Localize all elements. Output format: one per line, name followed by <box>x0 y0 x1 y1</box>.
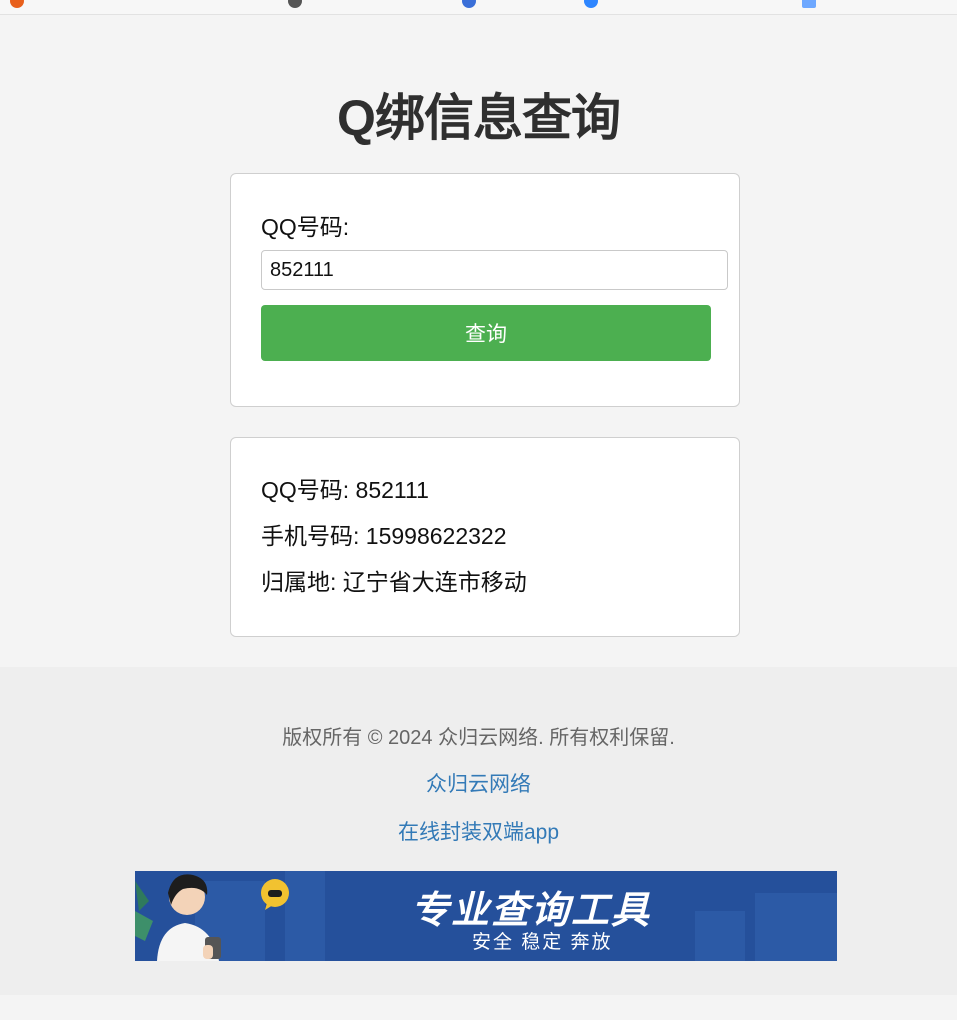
query-button[interactable]: 查询 <box>261 305 711 361</box>
banner-title: 专业查询工具 <box>411 890 652 932</box>
result-location: 归属地: 辽宁省大连市移动 <box>261 569 527 595</box>
banner-subtitle: 安全 稳定 奔放 <box>472 932 613 953</box>
query-form-card: QQ号码: 查询 <box>230 173 740 407</box>
person-illustration-icon <box>135 874 221 961</box>
chat-bubble-icon <box>261 879 289 910</box>
result-phone-number: 手机号码: 15998622322 <box>261 523 507 549</box>
result-qq-number: QQ号码: 852111 <box>261 477 429 503</box>
qq-number-label: QQ号码: <box>261 214 350 240</box>
browser-logo-icon[interactable] <box>10 0 24 8</box>
zhongguiyun-link[interactable]: 众归云网络 <box>0 768 957 798</box>
page-title: Q绑信息查询 <box>337 90 621 146</box>
copyright-text: 版权所有 © 2024 众归云网络. 所有权利保留. <box>282 727 675 749</box>
bookmark-globe-icon[interactable] <box>288 0 302 8</box>
qq-number-input[interactable] <box>261 250 728 290</box>
bookmark-favicon-icon[interactable] <box>462 0 476 8</box>
bookmark-page-icon[interactable] <box>802 0 816 8</box>
promo-banner[interactable]: 专业查询工具 安全 稳定 奔放 <box>135 871 837 961</box>
app-packaging-link[interactable]: 在线封装双端app <box>0 816 957 846</box>
footer: 版权所有 © 2024 众归云网络. 所有权利保留. 众归云网络 在线封装双端a… <box>0 667 957 995</box>
result-card: QQ号码: 852111 手机号码: 15998622322 归属地: 辽宁省大… <box>230 437 740 637</box>
bookmarks-bar <box>0 0 957 15</box>
bookmark-shield-icon[interactable] <box>584 0 598 8</box>
